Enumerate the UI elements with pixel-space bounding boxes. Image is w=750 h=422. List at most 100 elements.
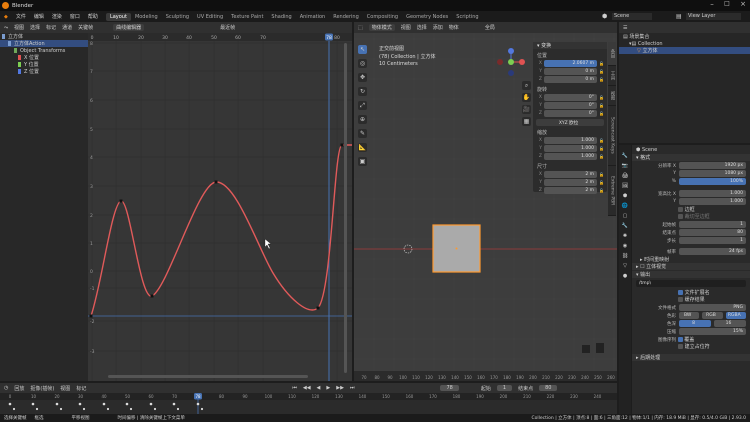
lock-icon[interactable]: 🔓 <box>599 69 604 74</box>
transform-icon[interactable]: ⊕ <box>358 115 367 124</box>
timeline-keyframe[interactable] <box>200 407 204 411</box>
tab-animation[interactable]: Animation <box>296 13 330 21</box>
transform-section[interactable]: ▾ 变换 <box>533 42 607 49</box>
border-checkbox-row[interactable]: 边框 <box>632 206 750 213</box>
lock-icon[interactable]: 🔓 <box>599 77 604 82</box>
tab-rendering[interactable]: Rendering <box>329 13 363 21</box>
timeline-keyframe[interactable] <box>153 407 157 411</box>
time-remap-section[interactable]: ▸ 时间重映射 <box>632 256 750 264</box>
dims-z-field[interactable]: 2 m <box>544 187 598 194</box>
channel-row[interactable]: 立方体 <box>0 33 88 40</box>
frame-start-field[interactable]: 1 <box>679 221 746 228</box>
timeline-menu-playback[interactable]: 回放 <box>14 385 24 392</box>
border-checkbox[interactable] <box>678 207 683 212</box>
stereo-section[interactable]: ▸ ☐ 立体视觉 <box>632 263 750 270</box>
lock-icon[interactable]: 🔓 <box>599 61 604 66</box>
channel-row[interactable]: Y 位置 <box>0 61 88 68</box>
rotation-mode-dropdown[interactable]: XYZ 欧拉 <box>536 119 604 126</box>
tool-tab-icon[interactable]: 🔧 <box>622 153 628 159</box>
outliner-scene-collection[interactable]: ▤ 场景集合 <box>619 33 750 41</box>
zoom-icon[interactable]: ⌕ <box>522 81 531 90</box>
compression-field[interactable]: 15% <box>679 328 746 335</box>
output-section[interactable]: ▾ 输出 <box>632 271 750 278</box>
mode-dropdown[interactable]: 物体模式 <box>368 24 395 31</box>
particles-tab-icon[interactable]: ✺ <box>623 233 627 239</box>
vp-menu-select[interactable]: 选择 <box>417 24 427 31</box>
timeline-menu-marker[interactable]: 标记 <box>76 385 86 392</box>
prev-key-icon[interactable]: ◀◀ <box>303 385 311 391</box>
viewport-type-icon[interactable]: ⬚ <box>358 25 363 31</box>
menu-file[interactable]: 文件 <box>12 13 30 20</box>
keyframe-point[interactable] <box>214 180 218 184</box>
keyframe-point[interactable] <box>316 306 320 310</box>
lock-icon[interactable]: 🔓 <box>599 146 604 151</box>
graph-menu-channel[interactable]: 通道 <box>62 24 72 31</box>
menu-window[interactable]: 窗口 <box>66 13 84 20</box>
post-processing-section[interactable]: ▸ 后期处理 <box>632 354 750 361</box>
channel-row[interactable]: X 位置 <box>0 54 88 61</box>
modifier-tab-icon[interactable]: 🔧 <box>622 223 628 229</box>
menu-edit[interactable]: 编辑 <box>30 13 48 20</box>
color-bw-button[interactable]: BW <box>679 312 700 319</box>
frame-step-field[interactable]: 1 <box>679 237 746 244</box>
editor-type-icon[interactable]: ⤳ <box>4 25 8 31</box>
outliner-object[interactable]: ▽ 立方体 <box>619 47 750 54</box>
graph-canvas[interactable]: 0 10 20 30 40 50 60 70 78 80876543210-1-2-3 <box>88 33 352 381</box>
menu-render[interactable]: 渲染 <box>48 13 66 20</box>
keyframe-point[interactable] <box>150 294 154 298</box>
lock-icon[interactable]: 🔓 <box>599 111 604 116</box>
fcurve-x-location[interactable] <box>90 144 352 317</box>
nav-gizmo[interactable] <box>496 47 526 77</box>
graph-mode-dropdown[interactable]: 曲线编辑器 <box>113 24 145 31</box>
jump-end-icon[interactable]: ⏭ <box>350 385 355 391</box>
format-section-header[interactable]: ▾ 格式 <box>632 154 750 161</box>
graph-menu-view[interactable]: 视图 <box>14 24 24 31</box>
graph-menu-select[interactable]: 选择 <box>30 24 40 31</box>
camera-icon[interactable]: 🎥 <box>522 105 531 114</box>
dims-y-field[interactable]: 2 m <box>544 179 598 186</box>
tab-view[interactable]: 视图 <box>608 86 616 106</box>
color-rgb-button[interactable]: RGB <box>702 312 723 319</box>
keyframe-point[interactable] <box>340 143 344 147</box>
timeline-keyframe[interactable] <box>35 407 39 411</box>
cache-row[interactable]: 缓存结果 <box>632 296 750 303</box>
world-tab-icon[interactable]: 🌐 <box>622 203 628 209</box>
location-y-field[interactable]: 0 m <box>544 68 598 75</box>
timeline-keyframe[interactable] <box>59 407 63 411</box>
file-format-field[interactable]: PNG <box>679 304 746 311</box>
move-icon[interactable]: ✥ <box>358 73 367 82</box>
tab-compositing[interactable]: Compositing <box>363 13 402 21</box>
rotate-icon[interactable]: ↻ <box>358 87 367 96</box>
timeline-keyframe[interactable] <box>129 407 133 411</box>
vp-menu-object[interactable]: 物体 <box>449 24 459 31</box>
close-button[interactable]: × <box>736 0 750 11</box>
tab-item[interactable]: 条目 <box>608 42 616 66</box>
lock-icon[interactable]: 🔓 <box>599 154 604 159</box>
timeline-menu-keying[interactable]: 抠像(插帧) <box>30 385 54 392</box>
timeline-keyframe[interactable] <box>31 402 35 406</box>
tab-screencast[interactable]: Screencast Keys <box>608 106 616 166</box>
channel-row[interactable]: Object Transforms <box>0 47 88 54</box>
render-tab-icon[interactable]: 📷 <box>622 163 628 169</box>
rotation-z-field[interactable]: 0° <box>544 110 598 117</box>
physics-tab-icon[interactable]: ◉ <box>623 243 627 249</box>
image-seq-row[interactable]: 图像序列 覆盖 <box>632 336 750 343</box>
resolution-y-field[interactable]: 1080 px <box>679 170 746 177</box>
tab-extreme-pbr[interactable]: Extreme PBR <box>608 166 616 216</box>
outliner-collection[interactable]: ▾▤ Collection <box>619 40 750 47</box>
scale-x-field[interactable]: 1.000 <box>544 137 598 144</box>
select-box-icon[interactable]: ↖ <box>358 45 367 54</box>
timeline-keyframe[interactable] <box>176 407 180 411</box>
vp-menu-add[interactable]: 添加 <box>433 24 443 31</box>
next-key-icon[interactable]: ▶▶ <box>336 385 344 391</box>
lock-icon[interactable]: 🔓 <box>599 95 604 100</box>
tab-uv-editing[interactable]: UV Editing <box>193 13 227 21</box>
scale-y-field[interactable]: 1.000 <box>544 145 598 152</box>
data-tab-icon[interactable]: ▽ <box>623 263 627 269</box>
rotation-x-field[interactable]: 0° <box>544 94 598 101</box>
tab-sculpting[interactable]: Sculpting <box>162 13 193 21</box>
vp-menu-view[interactable]: 视图 <box>401 24 411 31</box>
lock-icon[interactable]: 🔓 <box>599 138 604 143</box>
minimize-button[interactable]: – <box>705 0 719 11</box>
grid-icon[interactable]: ▦ <box>522 117 531 126</box>
